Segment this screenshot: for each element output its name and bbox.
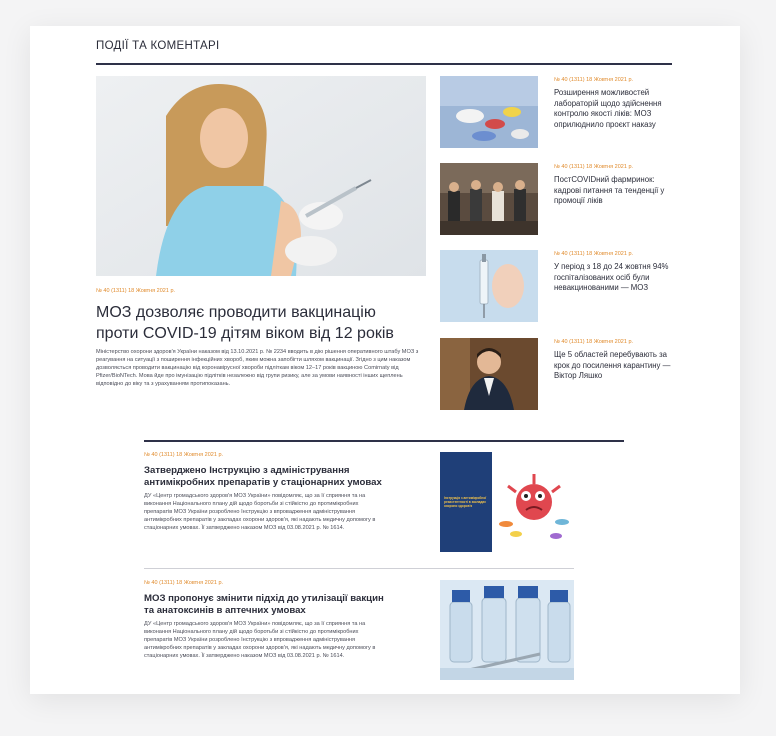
side-news-image	[440, 250, 538, 322]
side-news-item[interactable]: № 40 (1311) 18 Жовтня 2021 р. ПостCOVIDн…	[440, 163, 680, 237]
side-news-title[interactable]: Ще 5 областей перебувають за крок до пос…	[554, 350, 676, 382]
side-news-image	[440, 76, 538, 148]
lower-news-title[interactable]: Затверджено Інструкцію з адміністрування…	[144, 465, 394, 489]
side-news-item[interactable]: № 40 (1311) 18 Жовтня 2021 р. У період з…	[440, 250, 680, 324]
side-news-image	[440, 338, 538, 410]
side-news-title[interactable]: Розширення можливостей лабораторій щодо …	[554, 88, 676, 130]
lower-news-excerpt: ДУ «Центр громадського здоров'я МОЗ Укра…	[144, 493, 376, 531]
lower-news-meta: № 40 (1311) 18 Жовтня 2021 р.	[144, 580, 224, 586]
featured-excerpt: Міністерство охорони здоров'я України на…	[96, 349, 419, 387]
vaccination-teen-illustration	[96, 76, 426, 276]
side-news-item[interactable]: № 40 (1311) 18 Жовтня 2021 р. Розширення…	[440, 76, 680, 150]
lower-news-image[interactable]	[440, 580, 574, 680]
vaccine-vials-illustration	[440, 580, 574, 680]
lower-section-rule	[144, 440, 624, 442]
featured-meta: № 40 (1311) 18 Жовтня 2021 р.	[96, 288, 176, 294]
side-news-image	[440, 163, 538, 235]
side-news-meta: № 40 (1311) 18 Жовтня 2021 р.	[554, 251, 634, 257]
section-title: ПОДІЇ ТА КОМЕНТАРІ	[96, 40, 220, 52]
pills-illustration	[440, 76, 538, 148]
lower-news-excerpt: ДУ «Центр громадського здоров'я МОЗ Укра…	[144, 621, 376, 659]
side-news-meta: № 40 (1311) 18 Жовтня 2021 р.	[554, 77, 634, 83]
lower-news-title[interactable]: МОЗ пропонує змінити підхід до утилізаці…	[144, 593, 394, 617]
side-news-title[interactable]: ПостCOVIDний фармринок: кадрові питання …	[554, 175, 676, 207]
featured-image[interactable]	[96, 76, 426, 276]
section-rule	[96, 63, 672, 65]
side-news-item[interactable]: № 40 (1311) 18 Жовтня 2021 р. Ще 5 облас…	[440, 338, 680, 412]
bacteria-cartoon-illustration	[499, 474, 569, 539]
panel-discussion-photo	[440, 163, 538, 235]
side-news-meta: № 40 (1311) 18 Жовтня 2021 р.	[554, 339, 634, 345]
featured-title-link[interactable]: МОЗ дозволяє проводити вакцинацію проти …	[96, 302, 396, 344]
brochure-cover: Інструкція з антимікробної резистентност…	[440, 452, 492, 552]
article-divider	[144, 568, 574, 569]
syringe-vial-illustration	[440, 250, 538, 322]
brochure-cover-text: Інструкція з антимікробної резистентност…	[444, 496, 487, 509]
lower-news-meta: № 40 (1311) 18 Жовтня 2021 р.	[144, 452, 224, 458]
lower-news-image[interactable]: Інструкція з антимікробної резистентност…	[440, 452, 574, 552]
news-section-card: ПОДІЇ ТА КОМЕНТАРІ № 40 (1311) 18 Жовтня…	[30, 26, 740, 694]
side-news-title[interactable]: У період з 18 до 24 жовтня 94% госпіталі…	[554, 262, 676, 294]
official-portrait-photo	[440, 338, 538, 410]
side-news-meta: № 40 (1311) 18 Жовтня 2021 р.	[554, 164, 634, 170]
